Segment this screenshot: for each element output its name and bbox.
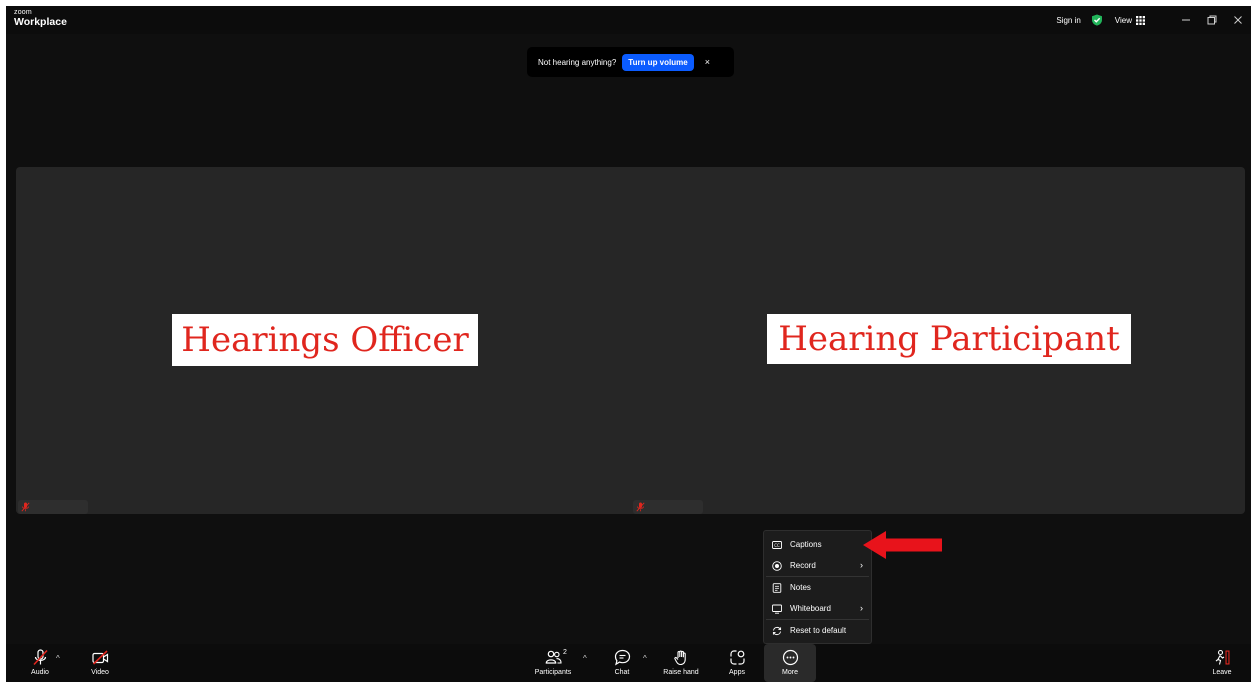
zoom-workplace-logo: zoom Workplace bbox=[14, 9, 67, 28]
whiteboard-icon bbox=[772, 604, 782, 614]
captions-pointer-arrow-icon bbox=[863, 531, 942, 559]
tile-label: Hearings Officer bbox=[172, 314, 478, 366]
menu-item-label: Captions bbox=[790, 540, 822, 549]
menu-item-label: Record bbox=[790, 561, 816, 570]
grid-view-icon bbox=[1136, 15, 1145, 25]
video-tile-hearing-participant[interactable]: Hearing Participant bbox=[631, 167, 1245, 514]
video-label: Video bbox=[91, 669, 109, 676]
more-button[interactable]: More bbox=[764, 644, 816, 682]
tile-label: Hearing Participant bbox=[767, 314, 1131, 364]
leave-button[interactable]: Leave bbox=[1209, 644, 1235, 682]
chat-button[interactable]: Chat bbox=[610, 644, 634, 682]
turn-up-volume-button[interactable]: Turn up volume bbox=[622, 53, 694, 71]
menu-item-label: Whiteboard bbox=[790, 604, 831, 613]
audio-label: Audio bbox=[31, 669, 49, 676]
participants-button[interactable]: Participants bbox=[530, 644, 576, 682]
menu-item-label: Reset to default bbox=[790, 626, 847, 635]
chevron-right-icon: › bbox=[860, 603, 863, 613]
more-label: More bbox=[782, 669, 798, 676]
view-button[interactable]: View bbox=[1114, 15, 1145, 25]
muted-mic-icon bbox=[21, 502, 30, 512]
leave-icon bbox=[1215, 649, 1229, 665]
participants-options-caret-icon[interactable]: ^ bbox=[583, 654, 587, 663]
logo-zoom-text: zoom bbox=[14, 9, 32, 16]
shield-check-icon[interactable] bbox=[1091, 14, 1103, 26]
svg-text:CC: CC bbox=[774, 542, 780, 547]
audio-options-caret-icon[interactable]: ^ bbox=[56, 654, 60, 663]
captions-icon: CC bbox=[772, 540, 782, 549]
audio-notification: Not hearing anything? Turn up volume × bbox=[527, 47, 734, 77]
notification-text: Not hearing anything? bbox=[538, 57, 617, 67]
title-bar: zoom Workplace Sign in View bbox=[6, 6, 1251, 34]
participants-icon bbox=[545, 650, 562, 664]
notification-close-button[interactable]: × bbox=[705, 57, 710, 67]
close-icon[interactable] bbox=[1225, 6, 1251, 34]
menu-item-notes[interactable]: Notes bbox=[764, 577, 871, 598]
chat-options-caret-icon[interactable]: ^ bbox=[643, 654, 647, 663]
stopped-video-icon bbox=[91, 650, 108, 665]
menu-item-record[interactable]: Record › bbox=[764, 555, 871, 576]
leave-label: Leave bbox=[1212, 669, 1232, 676]
chat-bubble-icon bbox=[614, 649, 630, 666]
participants-label: Participants bbox=[534, 669, 572, 676]
menu-item-captions[interactable]: CC Captions bbox=[764, 534, 871, 555]
logo-workplace-text: Workplace bbox=[14, 16, 67, 28]
record-icon bbox=[772, 560, 782, 571]
chat-label: Chat bbox=[614, 669, 630, 676]
muted-mic-icon bbox=[636, 502, 645, 512]
notes-icon bbox=[772, 582, 782, 593]
apps-button[interactable]: Apps bbox=[724, 644, 750, 682]
restore-icon[interactable] bbox=[1199, 6, 1225, 34]
menu-item-whiteboard[interactable]: Whiteboard › bbox=[764, 598, 871, 619]
participants-count: 2 bbox=[563, 649, 567, 656]
raise-hand-label: Raise hand bbox=[663, 669, 699, 676]
muted-microphone-icon bbox=[32, 649, 48, 666]
video-tile-hearings-officer[interactable]: Hearings Officer bbox=[16, 167, 630, 514]
video-grid: Hearings Officer Hearing Participant bbox=[16, 167, 1245, 514]
video-button[interactable]: Video bbox=[88, 644, 112, 682]
apps-label: Apps bbox=[729, 669, 745, 676]
more-ellipsis-icon bbox=[782, 649, 798, 666]
raise-hand-button[interactable]: Raise hand bbox=[659, 644, 703, 682]
menu-item-label: Notes bbox=[790, 583, 811, 592]
more-menu: CC Captions Record › Notes Whiteboard › … bbox=[763, 530, 872, 644]
meeting-toolbar: Audio ^ Video Participants 2 ^ Chat ^ Ra… bbox=[6, 644, 1251, 682]
participant-name-tag bbox=[633, 500, 703, 514]
minimize-icon[interactable] bbox=[1173, 6, 1199, 34]
audio-button[interactable]: Audio bbox=[28, 644, 52, 682]
apps-icon bbox=[729, 650, 745, 665]
zoom-window: zoom Workplace Sign in View Not hearing … bbox=[6, 6, 1251, 682]
raise-hand-icon bbox=[673, 650, 686, 666]
reset-icon bbox=[772, 626, 782, 635]
menu-item-reset-to-default[interactable]: Reset to default bbox=[764, 620, 871, 641]
sign-in-link[interactable]: Sign in bbox=[1056, 16, 1080, 25]
view-label: View bbox=[1114, 15, 1132, 25]
participant-name-tag bbox=[18, 500, 88, 514]
